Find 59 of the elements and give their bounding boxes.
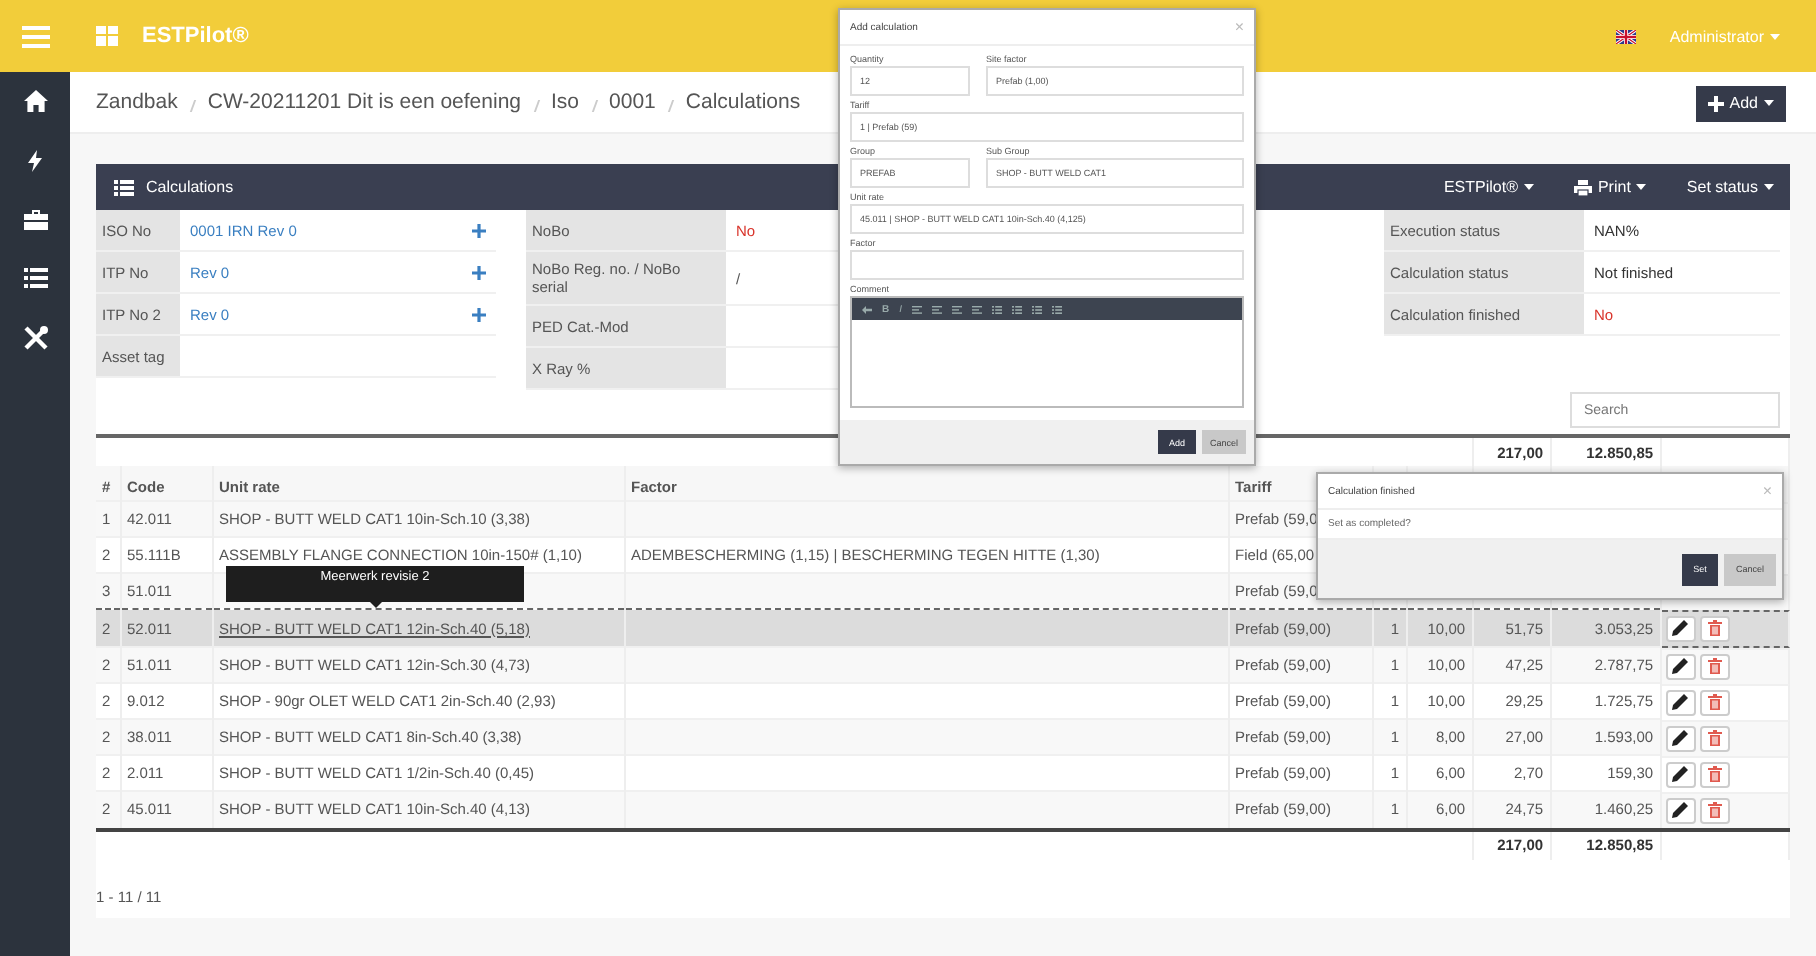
trash-icon (1707, 658, 1722, 674)
plus-icon[interactable] (472, 223, 486, 237)
pencil-icon (1672, 802, 1689, 818)
panel-menu[interactable]: ESTPilot® (1443, 178, 1534, 196)
pencil-icon (1672, 620, 1689, 636)
bolt-icon[interactable] (28, 150, 42, 172)
home-icon[interactable] (23, 90, 47, 112)
app-name: ESTPilot® (142, 24, 249, 48)
breadcrumb-link[interactable]: Iso (551, 90, 580, 114)
trash-icon (1707, 694, 1722, 710)
edit-button[interactable] (1665, 653, 1696, 679)
breadcrumb-link[interactable]: 0001 (609, 90, 656, 114)
pencil-icon (1672, 658, 1689, 674)
tools-icon[interactable] (23, 326, 47, 350)
align-icon[interactable] (952, 305, 963, 313)
input-field[interactable] (850, 250, 1244, 280)
printer-icon (1573, 179, 1592, 195)
caret-icon (1523, 184, 1534, 190)
briefcase-icon[interactable] (23, 210, 47, 230)
trash-icon (1707, 730, 1722, 746)
edit-button[interactable] (1665, 689, 1696, 715)
align-icon[interactable] (972, 305, 983, 313)
panel-menu[interactable]: Set status (1686, 178, 1774, 196)
caret-icon (1770, 33, 1780, 39)
edit-button[interactable] (1665, 761, 1696, 787)
caret-icon (1636, 184, 1647, 190)
breadcrumb-link[interactable]: CW-20211201 Dit is een oefening (207, 90, 522, 114)
edit-button[interactable] (1665, 725, 1696, 751)
pencil-icon (1672, 766, 1689, 782)
list-icon (114, 179, 134, 195)
delete-button[interactable] (1699, 653, 1730, 679)
caret-icon (1764, 184, 1774, 190)
delete-button[interactable] (1699, 725, 1730, 751)
delete-button[interactable] (1699, 689, 1730, 715)
trash-icon (1707, 766, 1722, 782)
align-icon[interactable] (932, 305, 943, 313)
edit-button[interactable] (1665, 615, 1696, 641)
pencil-icon (1672, 730, 1689, 746)
align-icon[interactable] (912, 305, 923, 313)
plus-icon[interactable] (472, 265, 486, 279)
edit-button[interactable] (1665, 797, 1696, 823)
trash-icon (1707, 620, 1722, 636)
pencil-icon (1672, 694, 1689, 710)
flag-icon[interactable] (1615, 29, 1636, 43)
add-button[interactable]: Add (1695, 85, 1786, 121)
breadcrumb-current[interactable]: Calculations (685, 90, 801, 114)
trash-icon (1707, 802, 1722, 818)
delete-button[interactable] (1699, 797, 1730, 823)
panel-title: Calculations (146, 178, 234, 196)
caret-icon (1764, 100, 1774, 106)
plus-icon (1707, 95, 1724, 111)
plus-icon[interactable] (472, 307, 486, 321)
breadcrumb-link[interactable]: Zandbak (96, 90, 178, 114)
delete-button[interactable] (1699, 615, 1730, 641)
delete-button[interactable] (1699, 761, 1730, 787)
panel-menu[interactable]: Print (1573, 178, 1647, 196)
list-icon[interactable] (23, 268, 47, 288)
grid-icon (96, 26, 118, 46)
undo-icon[interactable] (862, 305, 872, 313)
